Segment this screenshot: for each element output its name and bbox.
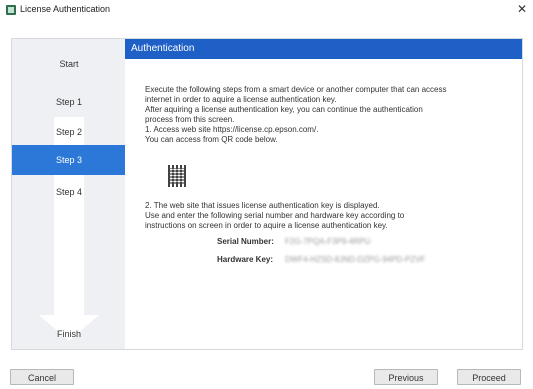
step-2: Step 2 [55,127,83,137]
hardware-key-value: DWF4-HZSD-8JND-DZPG-94PD-PZVF [285,255,426,264]
content-header: Authentication [125,39,522,59]
instruction-line: instructions on screen in order to aquir… [145,221,388,230]
step-start: Start [59,59,79,69]
title-bar: License Authentication ✕ [0,0,533,20]
step-3-active: Step 3 [12,145,126,175]
serial-number-label: Serial Number: [217,237,274,246]
content-panel: Authentication Execute the following ste… [125,38,523,350]
instruction-line: internet in order to aquire a license au… [145,95,337,104]
qr-code-icon [168,165,186,187]
step-4: Step 4 [55,187,83,197]
instruction-line-qr: You can access from QR code below. [145,135,278,144]
serial-number-value: F2G-7PQA-F3P9-4RPU [285,237,371,246]
previous-button[interactable]: Previous [374,369,438,385]
instruction-line-url: 1. Access web site https://license.cp.ep… [145,125,319,134]
instruction-line: Execute the following steps from a smart… [145,85,447,94]
window-title: License Authentication [20,4,111,14]
instruction-line: After aquiring a license authentication … [145,105,423,114]
hardware-key-label: Hardware Key: [217,255,274,264]
instruction-line: Use and enter the following serial numbe… [145,211,405,220]
instruction-line: 2. The web site that issues license auth… [145,201,380,210]
steps-panel: Start Step 1 Step 2 Step 3 Step 4 Finish [11,38,127,350]
instruction-line: process from this screen. [145,115,235,124]
close-icon[interactable]: ✕ [517,2,527,16]
cancel-button[interactable]: Cancel [10,369,74,385]
app-icon [6,5,16,15]
step-1: Step 1 [55,97,83,107]
license-authentication-window: License Authentication ✕ Start Step 1 St… [0,0,533,389]
step-finish: Finish [56,329,81,339]
proceed-button[interactable]: Proceed [457,369,521,385]
